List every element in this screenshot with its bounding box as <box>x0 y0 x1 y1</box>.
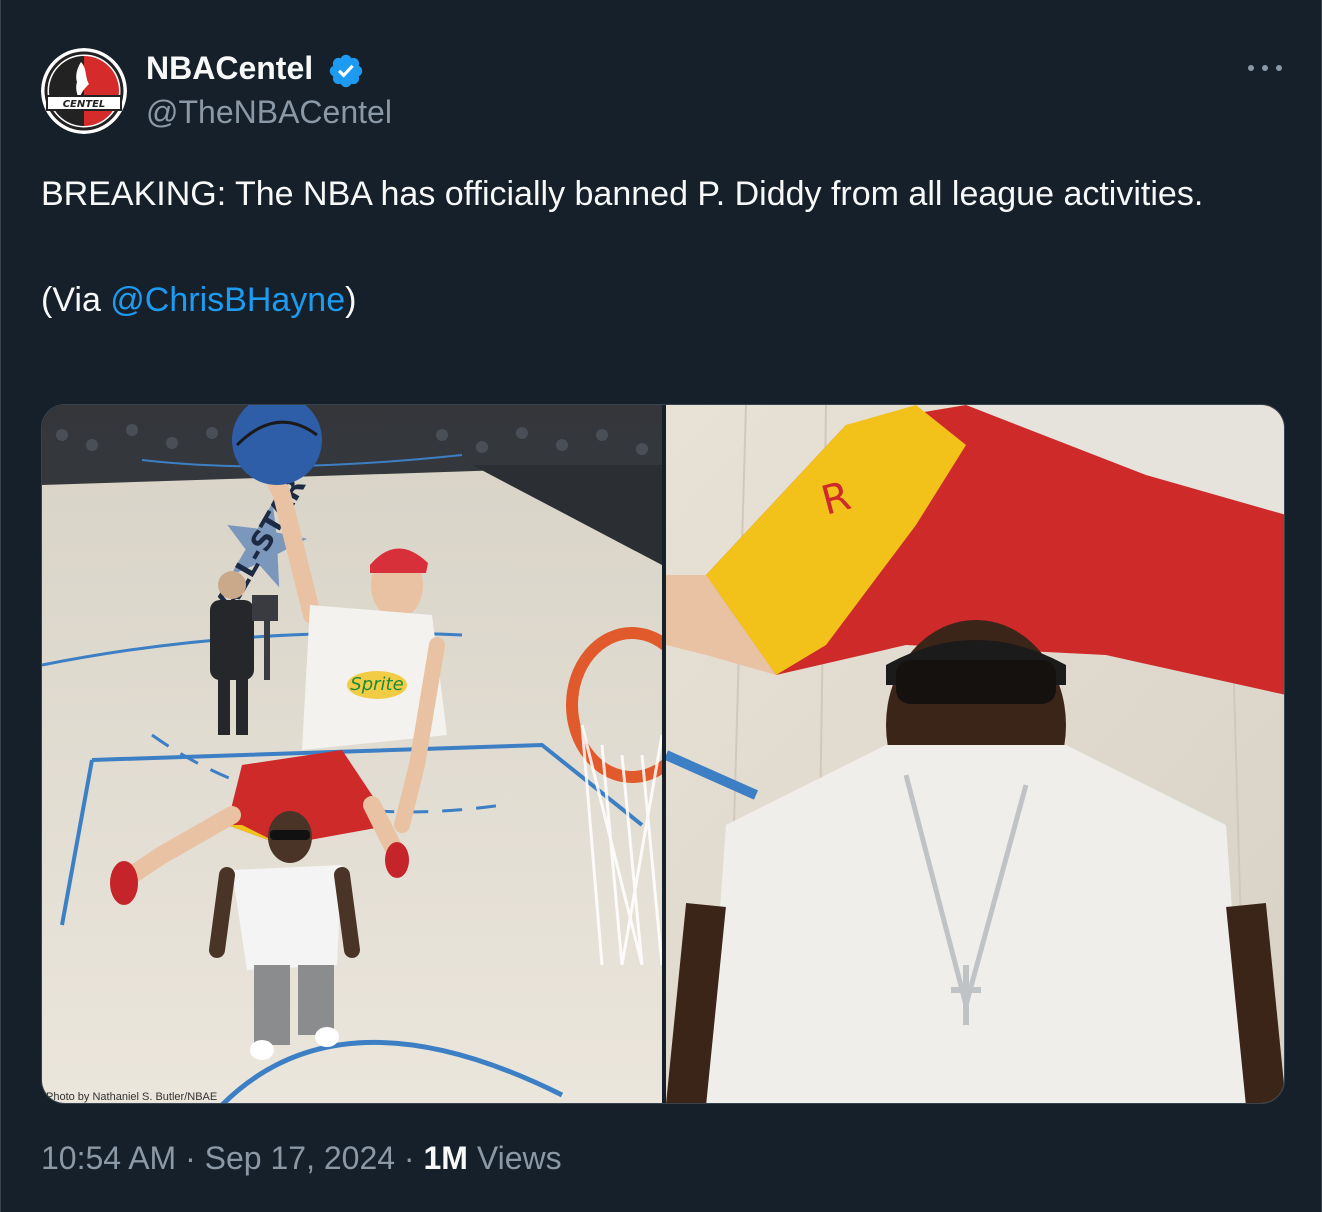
tweet-date[interactable]: Sep 17, 2024 <box>205 1140 395 1176</box>
tweet-meta: 10:54 AM · Sep 17, 2024 · 1M Views <box>41 1140 562 1177</box>
media-grid: ALL-STAR Sprite Photo by Nathaniel S. Bu… <box>41 404 1285 1104</box>
tweet-via-line: (Via @ChrisBHayne) <box>41 274 1281 327</box>
views-label: Views <box>467 1140 562 1176</box>
more-options-icon[interactable] <box>1245 58 1285 78</box>
views-count: 1M <box>423 1140 468 1176</box>
mention-link[interactable]: @ChrisBHayne <box>110 281 345 319</box>
tweet-card: CENTEL NBACentel @TheNBACentel BREAKING:… <box>0 0 1322 1212</box>
photo-dunk[interactable]: ALL-STAR Sprite Photo by Nathaniel S. Bu… <box>42 405 662 1103</box>
shirt-text: Sprite <box>350 674 403 695</box>
account-avatar[interactable]: CENTEL <box>41 48 127 134</box>
photo-credit: Photo by Nathaniel S. Butler/NBAE <box>46 1091 218 1103</box>
via-prefix: (Via <box>41 281 111 319</box>
meta-separator: · <box>395 1140 424 1176</box>
display-name[interactable]: NBACentel <box>146 50 313 87</box>
tweet-time[interactable]: 10:54 AM <box>41 1140 176 1176</box>
photo-closeup[interactable]: R <box>666 405 1284 1103</box>
account-handle[interactable]: @TheNBACentel <box>146 94 392 131</box>
verified-badge-icon <box>329 54 363 88</box>
avatar-logo-icon: CENTEL <box>41 48 127 134</box>
tweet-body: BREAKING: The NBA has officially banned … <box>41 175 1204 213</box>
tweet-text: BREAKING: The NBA has officially banned … <box>41 168 1281 327</box>
avatar-text: CENTEL <box>63 99 106 110</box>
meta-separator: · <box>176 1140 205 1176</box>
via-suffix: ) <box>345 281 357 319</box>
